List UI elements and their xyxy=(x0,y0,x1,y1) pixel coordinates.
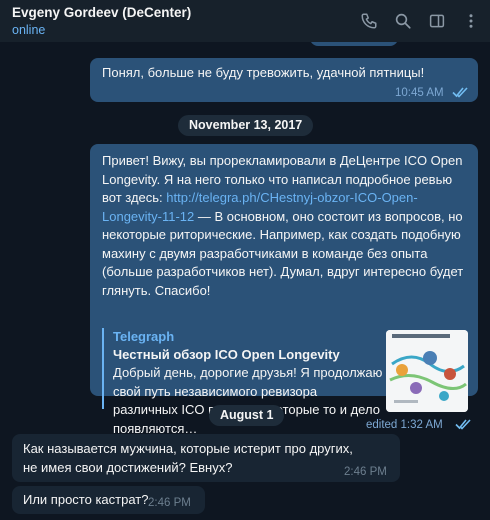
contact-name[interactable]: Evgeny Gordeev (DeCenter) xyxy=(12,5,191,20)
double-check-icon xyxy=(455,419,471,430)
message-time: edited 1:32 AM xyxy=(366,419,443,431)
message-time: 2:46 PM xyxy=(148,497,191,509)
phone-icon[interactable] xyxy=(358,10,380,32)
message-text: Понял, больше не буду тревожить, удачной… xyxy=(102,65,425,80)
search-icon[interactable] xyxy=(392,10,414,32)
date-separator: August 1 xyxy=(209,405,285,426)
message-text: Или просто кастрат? xyxy=(23,492,149,507)
message-list[interactable]: Понял, больше не буду тревожить, удачной… xyxy=(0,42,490,520)
date-separator: November 13, 2017 xyxy=(178,115,314,136)
message-text: Привет! Вижу, вы прорекламировали в ДеЦе… xyxy=(102,152,472,300)
sidebar-toggle-icon[interactable] xyxy=(426,10,448,32)
incoming-message[interactable]: Как называется мужчина, которые истерит … xyxy=(12,434,400,482)
outgoing-message[interactable]: Привет! Вижу, вы прорекламировали в ДеЦе… xyxy=(90,144,478,436)
message-time: 10:45 AM xyxy=(395,87,444,99)
double-check-icon xyxy=(452,87,468,98)
outgoing-message[interactable]: Понял, больше не буду тревожить, удачной… xyxy=(90,58,478,102)
preview-thumbnail[interactable] xyxy=(386,330,468,412)
message-text: Как называется мужчина, которые истерит … xyxy=(23,441,353,475)
preview-description: Добрый день, дорогие друзья! Я продолжаю… xyxy=(113,365,383,436)
more-vertical-icon[interactable] xyxy=(460,10,482,32)
message-time: 2:46 PM xyxy=(344,466,387,478)
incoming-message[interactable]: Или просто кастрат? 2:46 PM xyxy=(12,486,205,514)
previous-message-fragment xyxy=(310,42,398,46)
chat-header: Evgeny Gordeev (DeCenter) online xyxy=(0,0,490,42)
contact-status: online xyxy=(12,23,46,37)
